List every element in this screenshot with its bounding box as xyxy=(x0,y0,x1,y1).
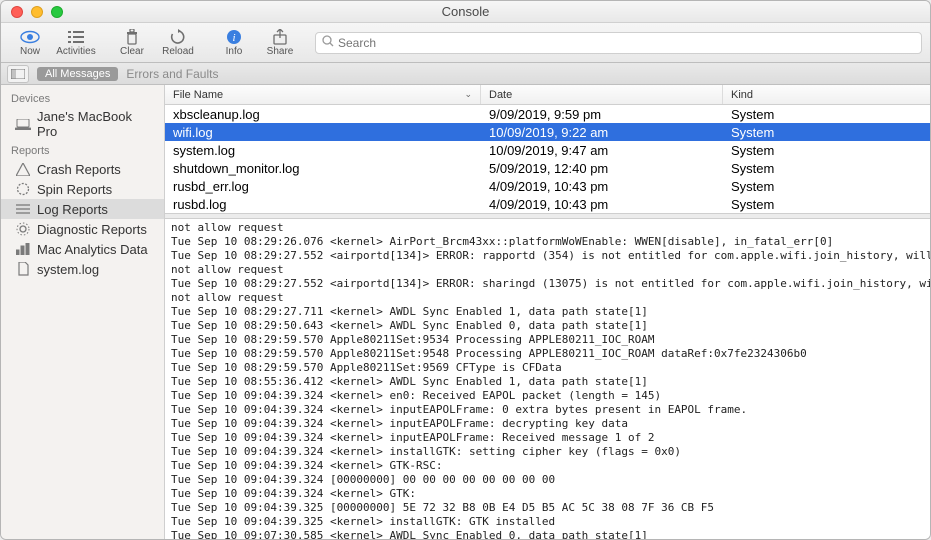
now-button[interactable]: Now xyxy=(9,25,51,61)
document-icon xyxy=(15,261,31,277)
cell-date: 9/09/2019, 9:59 pm xyxy=(481,107,723,122)
info-icon: i xyxy=(224,29,244,45)
sort-arrow-icon: ⌄ xyxy=(464,89,472,100)
gear-icon xyxy=(15,221,31,237)
cell-date: 4/09/2019, 10:43 pm xyxy=(481,179,723,194)
content-pane: File Name⌄ Date Kind xbscleanup.log9/09/… xyxy=(165,85,930,539)
cell-name: shutdown_monitor.log xyxy=(165,161,481,176)
laptop-icon xyxy=(15,116,31,132)
sidebar-item-log[interactable]: Log Reports xyxy=(1,199,164,219)
table-row[interactable]: rusbd.log4/09/2019, 10:43 pmSystem xyxy=(165,195,930,213)
sidebar-toggle-button[interactable] xyxy=(7,65,29,83)
cell-date: 4/09/2019, 10:43 pm xyxy=(481,197,723,212)
reports-header: Reports xyxy=(1,141,164,159)
console-window: Console Now Activities Clear Reload xyxy=(0,0,931,540)
reload-icon xyxy=(168,29,188,45)
main-split: Devices Jane's MacBook Pro Reports Crash… xyxy=(1,85,930,539)
cell-kind: System xyxy=(723,125,930,140)
titlebar: Console xyxy=(1,1,930,23)
search-input[interactable] xyxy=(338,36,915,50)
chart-icon xyxy=(15,241,31,257)
warning-icon xyxy=(15,161,31,177)
table-row[interactable]: wifi.log10/09/2019, 9:22 amSystem xyxy=(165,123,930,141)
reload-button[interactable]: Reload xyxy=(157,25,199,61)
eye-icon xyxy=(20,29,40,45)
window-title: Console xyxy=(1,4,930,19)
clear-button[interactable]: Clear xyxy=(111,25,153,61)
sidebar-item-mac-analytics[interactable]: Mac Analytics Data xyxy=(1,239,164,259)
table-row[interactable]: xbscleanup.log9/09/2019, 9:59 pmSystem xyxy=(165,105,930,123)
search-icon xyxy=(322,35,334,50)
sidebar-item-crash[interactable]: Crash Reports xyxy=(1,159,164,179)
cell-kind: System xyxy=(723,143,930,158)
share-icon xyxy=(270,29,290,45)
svg-text:i: i xyxy=(232,32,235,44)
cell-kind: System xyxy=(723,161,930,176)
cell-kind: System xyxy=(723,179,930,194)
log-view[interactable]: not allow request Tue Sep 10 08:29:26.07… xyxy=(165,219,930,539)
cell-kind: System xyxy=(723,197,930,212)
cell-name: system.log xyxy=(165,143,481,158)
cell-name: wifi.log xyxy=(165,125,481,140)
cell-name: rusbd_err.log xyxy=(165,179,481,194)
table-row[interactable]: system.log10/09/2019, 9:47 amSystem xyxy=(165,141,930,159)
table-header: File Name⌄ Date Kind xyxy=(165,85,930,105)
spinner-icon xyxy=(15,181,31,197)
toolbar: Now Activities Clear Reload i Info xyxy=(1,23,930,63)
filter-errors-faults[interactable]: Errors and Faults xyxy=(126,67,218,81)
table-row[interactable]: rusbd_err.log4/09/2019, 10:43 pmSystem xyxy=(165,177,930,195)
cell-date: 5/09/2019, 12:40 pm xyxy=(481,161,723,176)
sidebar-item-spin[interactable]: Spin Reports xyxy=(1,179,164,199)
list-icon xyxy=(66,29,86,45)
cell-name: rusbd.log xyxy=(165,197,481,212)
sidebar-item-device[interactable]: Jane's MacBook Pro xyxy=(1,107,164,141)
activities-button[interactable]: Activities xyxy=(55,25,97,61)
search-field[interactable] xyxy=(315,32,922,54)
column-filename[interactable]: File Name⌄ xyxy=(165,85,481,104)
sidebar-item-diagnostic[interactable]: Diagnostic Reports xyxy=(1,219,164,239)
table-row[interactable]: shutdown_monitor.log5/09/2019, 12:40 pmS… xyxy=(165,159,930,177)
cell-date: 10/09/2019, 9:47 am xyxy=(481,143,723,158)
trash-icon xyxy=(122,29,142,45)
devices-header: Devices xyxy=(1,89,164,107)
share-button[interactable]: Share xyxy=(259,25,301,61)
lines-icon xyxy=(15,201,31,217)
cell-date: 10/09/2019, 9:22 am xyxy=(481,125,723,140)
sidebar: Devices Jane's MacBook Pro Reports Crash… xyxy=(1,85,165,539)
sidebar-item-systemlog[interactable]: system.log xyxy=(1,259,164,279)
filter-all-messages[interactable]: All Messages xyxy=(37,67,118,81)
filter-bar: All Messages Errors and Faults xyxy=(1,63,930,85)
info-button[interactable]: i Info xyxy=(213,25,255,61)
column-kind[interactable]: Kind xyxy=(723,85,930,104)
table-body: xbscleanup.log9/09/2019, 9:59 pmSystemwi… xyxy=(165,105,930,213)
cell-kind: System xyxy=(723,107,930,122)
column-date[interactable]: Date xyxy=(481,85,723,104)
cell-name: xbscleanup.log xyxy=(165,107,481,122)
